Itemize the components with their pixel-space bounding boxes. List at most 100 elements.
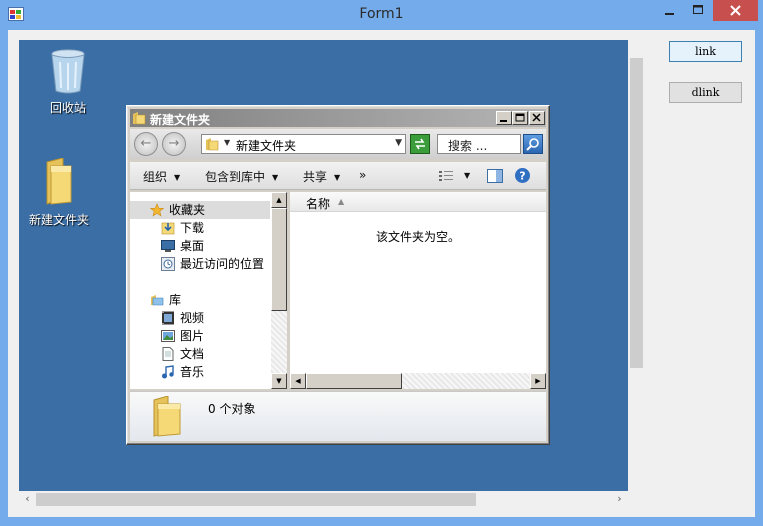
- recycle-bin-shortcut[interactable]: 回收站: [28, 48, 108, 116]
- view-options-icon[interactable]: [438, 169, 454, 183]
- scroll-up-arrow[interactable]: ▲: [271, 192, 287, 208]
- file-list-pane: 名称 ▲ 该文件夹为空。 ◀ ▶: [290, 192, 546, 389]
- navigation-pane-scrollbar[interactable]: ▲ ▼: [271, 192, 287, 389]
- recycle-bin-label: 回收站: [49, 101, 86, 115]
- folder-icon: [46, 157, 72, 205]
- tree-label: 视频: [180, 311, 205, 325]
- desktop-area: 回收站 新建文件夹 新建文件夹 ← → ▼ 新建文件夹 ▼ 搜索 ... 组织 …: [19, 40, 628, 491]
- organize-label: 组织: [143, 170, 168, 184]
- maximize-button[interactable]: [684, 0, 712, 21]
- view-dropdown-icon[interactable]: ▼: [464, 171, 470, 180]
- scroll-panel: 回收站 新建文件夹 新建文件夹 ← → ▼ 新建文件夹 ▼ 搜索 ... 组织 …: [19, 40, 645, 510]
- vertical-scrollbar[interactable]: [628, 40, 645, 491]
- scroll-down-arrow[interactable]: ▼: [271, 373, 287, 389]
- back-button[interactable]: ←: [134, 132, 158, 156]
- new-folder-shortcut[interactable]: 新建文件夹: [19, 157, 99, 228]
- tree-item-documents[interactable]: 文档: [130, 345, 270, 363]
- video-icon: [162, 311, 174, 325]
- command-bar: 组织 ▼ 包含到库中 ▼ 共享 ▼ » ▼ ?: [130, 162, 546, 190]
- tree-label: 下载: [180, 221, 205, 235]
- empty-folder-message: 该文件夹为空。: [375, 230, 460, 244]
- title-bar[interactable]: Form1: [0, 0, 763, 30]
- tree-label: 库: [169, 293, 182, 307]
- explorer-title: 新建文件夹: [150, 113, 211, 127]
- svg-text:?: ?: [519, 170, 525, 183]
- scrollbar-thumb[interactable]: [271, 208, 287, 311]
- tree-item-libraries[interactable]: 库: [130, 291, 270, 309]
- folder-icon: [133, 112, 146, 125]
- library-icon: [151, 295, 164, 306]
- help-icon[interactable]: ?: [514, 167, 531, 184]
- chevron-down-icon: ▼: [334, 173, 341, 182]
- column-header-name[interactable]: 名称 ▲: [290, 192, 546, 212]
- include-in-library-label: 包含到库中: [205, 170, 266, 184]
- scrollbar-thumb[interactable]: [306, 373, 402, 389]
- window-title: Form1: [359, 6, 404, 22]
- breadcrumb-chevron-icon[interactable]: ▼: [224, 138, 230, 147]
- close-button[interactable]: [713, 0, 758, 21]
- tree-label: 图片: [180, 329, 205, 343]
- more-commands-button[interactable]: »: [359, 168, 366, 182]
- tree-item-desktop[interactable]: 桌面: [130, 237, 270, 255]
- column-header-label: 名称: [306, 197, 331, 211]
- scrollbar-corner: [628, 491, 645, 508]
- refresh-button[interactable]: [410, 134, 430, 154]
- tree-label: 音乐: [180, 365, 205, 379]
- scroll-right-arrow[interactable]: ›: [611, 491, 628, 508]
- scrollbar-thumb[interactable]: [36, 493, 476, 506]
- item-count: 0 个对象: [208, 402, 256, 416]
- navigation-bar: ← → ▼ 新建文件夹 ▼ 搜索 ...: [130, 129, 546, 159]
- refresh-icon: [415, 138, 425, 150]
- file-list-hscrollbar[interactable]: ◀ ▶: [290, 373, 546, 389]
- chevron-down-icon: ▼: [272, 173, 279, 182]
- client-area: 回收站 新建文件夹 新建文件夹 ← → ▼ 新建文件夹 ▼ 搜索 ... 组织 …: [8, 30, 755, 517]
- scroll-left-arrow[interactable]: ‹: [19, 491, 36, 508]
- search-icon: [526, 138, 539, 151]
- search-input[interactable]: 搜索 ...: [437, 134, 521, 154]
- star-icon: [150, 203, 164, 217]
- tree-label: 收藏夹: [169, 203, 206, 217]
- explorer-maximize-button[interactable]: [512, 111, 528, 125]
- explorer-close-button[interactable]: [529, 111, 545, 125]
- horizontal-scrollbar[interactable]: ‹ ›: [19, 491, 628, 508]
- minimize-button[interactable]: [654, 0, 684, 21]
- share-menu[interactable]: 共享 ▼: [303, 168, 340, 185]
- scroll-left-arrow[interactable]: ◀: [290, 373, 306, 389]
- tree-label: 桌面: [180, 239, 205, 253]
- tree-item-recent[interactable]: 最近访问的位置: [130, 255, 270, 273]
- documents-icon: [162, 347, 174, 361]
- share-label: 共享: [303, 170, 328, 184]
- tree-label: 文档: [180, 347, 205, 361]
- desktop-icon: [161, 240, 175, 252]
- details-pane: 0 个对象: [130, 391, 546, 441]
- preview-pane-icon[interactable]: [487, 169, 503, 183]
- search-button[interactable]: [523, 134, 543, 154]
- link-button[interactable]: link: [669, 41, 742, 62]
- address-path: 新建文件夹: [236, 139, 297, 153]
- dlink-button[interactable]: dlink: [669, 82, 742, 103]
- pictures-icon: [161, 330, 175, 342]
- tree-item-pictures[interactable]: 图片: [130, 327, 270, 345]
- scroll-right-arrow[interactable]: ▶: [530, 373, 546, 389]
- explorer-title-bar[interactable]: 新建文件夹: [130, 109, 546, 127]
- tree-item-videos[interactable]: 视频: [130, 309, 270, 327]
- downloads-icon: [161, 222, 175, 235]
- sort-ascending-icon: ▲: [338, 197, 345, 206]
- navigation-pane: 收藏夹 下载 桌面 最近访问的位置 库 视频 图片 文档 音乐 ▲ ▼: [130, 192, 287, 389]
- recycle-bin-icon: [51, 49, 85, 94]
- folder-icon: [153, 396, 181, 437]
- tree-label: 最近访问的位置: [180, 257, 265, 271]
- address-dropdown-icon[interactable]: ▼: [395, 138, 402, 148]
- explorer-minimize-button[interactable]: [496, 111, 512, 125]
- address-bar[interactable]: ▼ 新建文件夹 ▼: [201, 134, 406, 154]
- include-in-library-menu[interactable]: 包含到库中 ▼: [205, 168, 278, 185]
- forward-button[interactable]: →: [162, 132, 186, 156]
- application-window: Form1 回收站 新建文件夹 新建文件夹 ← → ▼ 新建文件夹 ▼ 搜索 .…: [0, 0, 763, 526]
- tree-item-favorites[interactable]: 收藏夹: [130, 201, 270, 219]
- recent-places-icon: [161, 257, 175, 271]
- chevron-down-icon: ▼: [174, 173, 181, 182]
- scrollbar-thumb[interactable]: [630, 58, 643, 368]
- organize-menu[interactable]: 组织 ▼: [143, 168, 180, 185]
- tree-item-downloads[interactable]: 下载: [130, 219, 270, 237]
- tree-item-music[interactable]: 音乐: [130, 363, 270, 381]
